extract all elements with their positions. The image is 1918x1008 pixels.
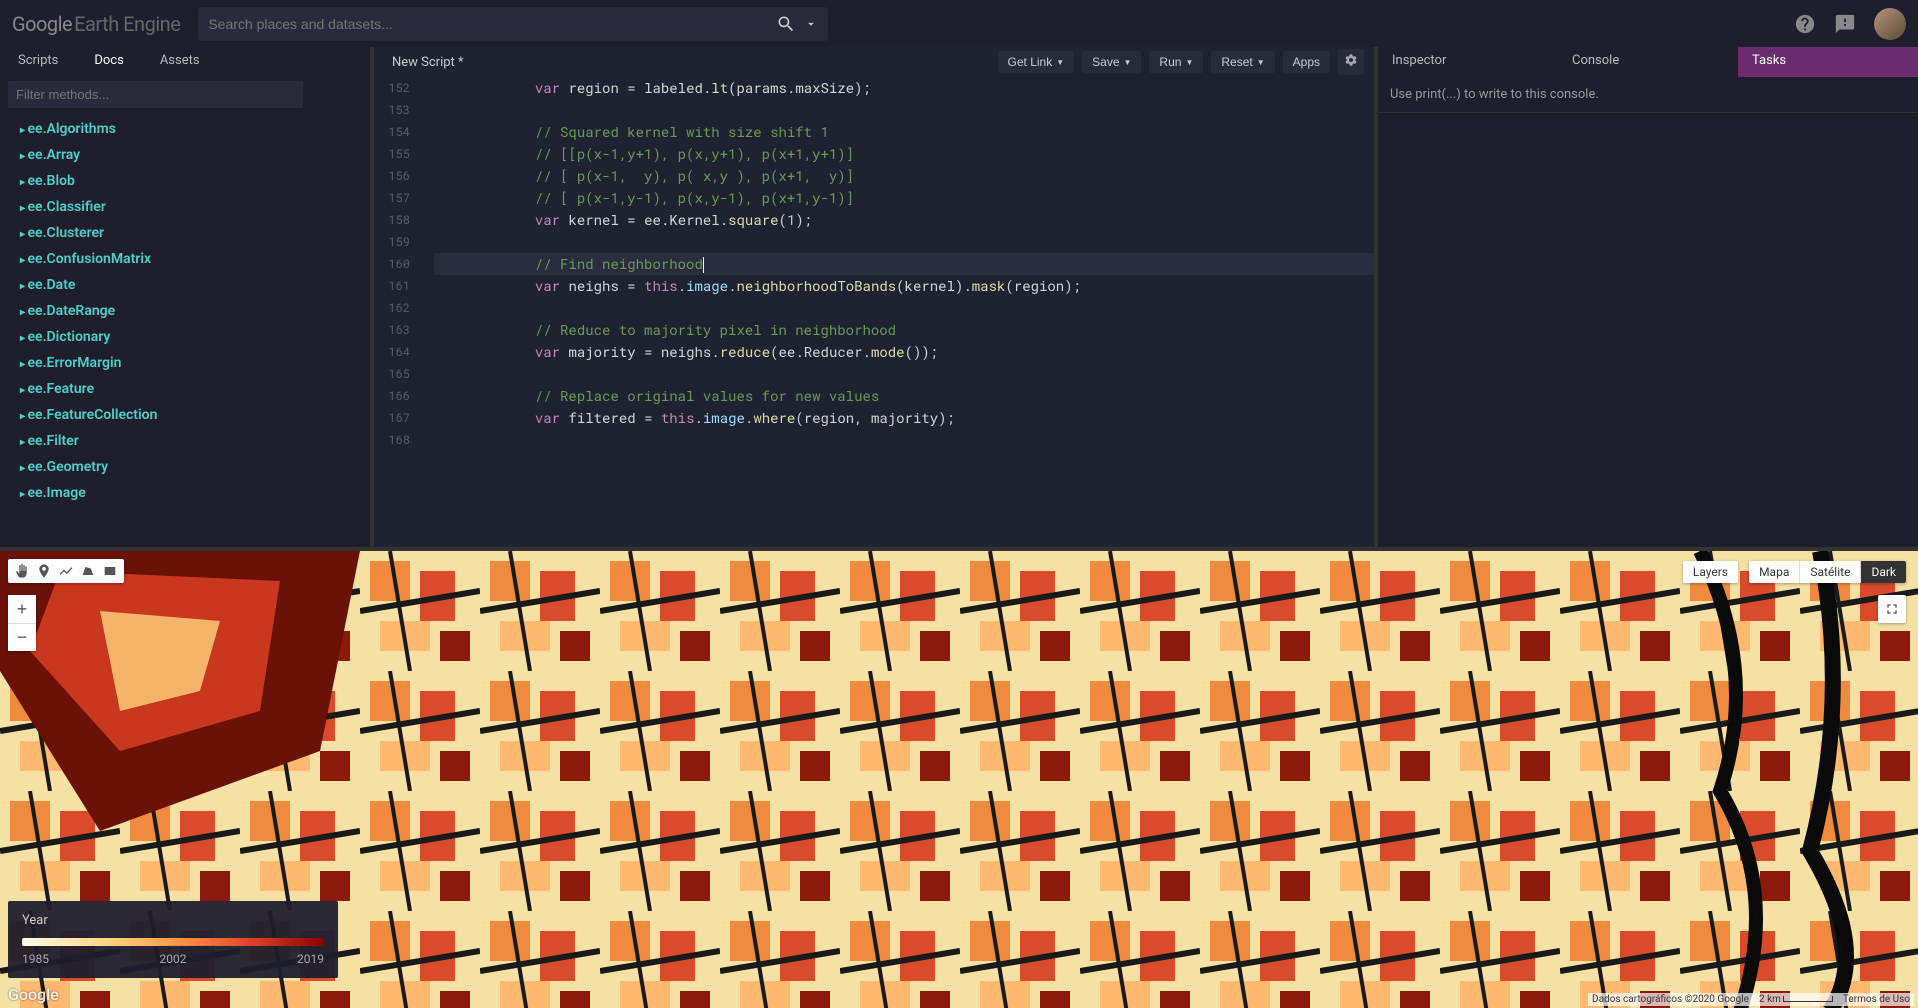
avatar[interactable] [1874,8,1906,40]
legend-max: 2019 [297,952,324,966]
tab-scripts[interactable]: Scripts [0,47,76,77]
settings-button[interactable] [1338,49,1364,75]
tab-assets[interactable]: Assets [142,47,218,77]
zoom-out-button[interactable]: − [8,623,36,651]
docs-item[interactable]: ee.Geometry [0,454,370,480]
layers-button[interactable]: Layers [1683,561,1738,583]
gear-icon [1344,53,1358,67]
reset-button[interactable]: Reset▼ [1211,51,1274,73]
docs-item[interactable]: ee.Image [0,480,370,506]
filter-box [8,81,303,108]
dropdown-icon[interactable] [804,17,818,31]
map[interactable]: + − Layers Mapa Satélite Dark Year 1985 … [0,551,1918,1008]
docs-item[interactable]: ee.FeatureCollection [0,402,370,428]
app-header: Google Earth Engine [0,0,1918,47]
map-draw-toolbar [8,559,124,583]
scalebar-icon [1783,996,1833,1002]
get-link-button[interactable]: Get Link▼ [998,51,1075,73]
editor-toolbar: New Script * Get Link▼ Save▼ Run▼ Reset▼… [374,47,1374,77]
tab-inspector[interactable]: Inspector [1378,47,1558,77]
tab-docs[interactable]: Docs [76,47,141,77]
upper-pane: Scripts Docs Assets ee.Algorithmsee.Arra… [0,47,1918,547]
attribution-data: Dados cartográficos ©2020 Google [1592,994,1749,1005]
right-tabs: Inspector Console Tasks [1378,47,1918,77]
right-panel: Inspector Console Tasks Use print(...) t… [1378,47,1918,547]
docs-item[interactable]: ee.Classifier [0,194,370,220]
feedback-icon[interactable] [1834,13,1856,35]
line-gutter: 1521531541551561571581591601611621631641… [374,77,420,547]
main: Scripts Docs Assets ee.Algorithmsee.Arra… [0,47,1918,1008]
docs-item[interactable]: ee.Date [0,272,370,298]
tab-console[interactable]: Console [1558,47,1738,77]
left-tabs: Scripts Docs Assets [0,47,370,77]
header-icons [1794,8,1906,40]
search-box[interactable] [198,7,828,41]
docs-item[interactable]: ee.Filter [0,428,370,454]
docs-item[interactable]: ee.Clusterer [0,220,370,246]
legend-labels: 1985 2002 2019 [22,952,324,966]
legend-mid: 2002 [160,952,187,966]
map-type-switch: Mapa Satélite Dark [1749,561,1906,583]
legend-gradient [22,938,324,946]
google-watermark: Google [8,985,59,1004]
save-button[interactable]: Save▼ [1082,51,1141,73]
docs-item[interactable]: ee.DateRange [0,298,370,324]
legend-title: Year [22,913,324,928]
tab-tasks[interactable]: Tasks [1738,47,1918,77]
run-button[interactable]: Run▼ [1149,51,1203,73]
hand-icon[interactable] [14,563,30,579]
search-icon[interactable] [776,14,796,34]
attribution-terms[interactable]: Termos de Uso [1843,994,1910,1005]
script-title: New Script * [384,55,990,70]
search-input[interactable] [208,16,768,32]
console-hint: Use print(...) to write to this console. [1378,77,1918,113]
map-zoom: + − [8,595,36,651]
polygon-icon[interactable] [80,563,96,579]
map-type-mapa[interactable]: Mapa [1749,561,1799,583]
fullscreen-button[interactable] [1878,595,1906,623]
rectangle-icon[interactable] [102,563,118,579]
fullscreen-icon [1884,601,1900,617]
code-area[interactable]: var region = labeled.lt(params.maxSize);… [420,77,1374,547]
docs-item[interactable]: ee.Dictionary [0,324,370,350]
left-panel: Scripts Docs Assets ee.Algorithmsee.Arra… [0,47,370,547]
docs-item[interactable]: ee.Feature [0,376,370,402]
docs-item[interactable]: ee.ConfusionMatrix [0,246,370,272]
zoom-in-button[interactable]: + [8,595,36,623]
docs-item[interactable]: ee.Blob [0,168,370,194]
map-type-dark[interactable]: Dark [1860,561,1906,583]
legend: Year 1985 2002 2019 [8,901,338,978]
docs-item[interactable]: ee.ErrorMargin [0,350,370,376]
logo-google: Google [12,12,72,36]
map-attribution: Dados cartográficos ©2020 Google 2 km Te… [1588,993,1914,1006]
logo[interactable]: Google Earth Engine [12,12,180,36]
attribution-scale: 2 km [1759,994,1833,1005]
apps-button[interactable]: Apps [1283,51,1330,73]
marker-icon[interactable] [36,563,52,579]
help-icon[interactable] [1794,13,1816,35]
map-type-satelite[interactable]: Satélite [1799,561,1860,583]
code-editor[interactable]: 1521531541551561571581591601611621631641… [374,77,1374,547]
docs-item[interactable]: ee.Algorithms [0,116,370,142]
docs-list[interactable]: ee.Algorithmsee.Arrayee.Blobee.Classifie… [0,112,370,547]
line-icon[interactable] [58,563,74,579]
legend-min: 1985 [22,952,49,966]
center-panel: New Script * Get Link▼ Save▼ Run▼ Reset▼… [374,47,1374,547]
logo-earth-engine: Earth Engine [74,12,180,36]
filter-input[interactable] [8,81,303,108]
docs-item[interactable]: ee.Array [0,142,370,168]
